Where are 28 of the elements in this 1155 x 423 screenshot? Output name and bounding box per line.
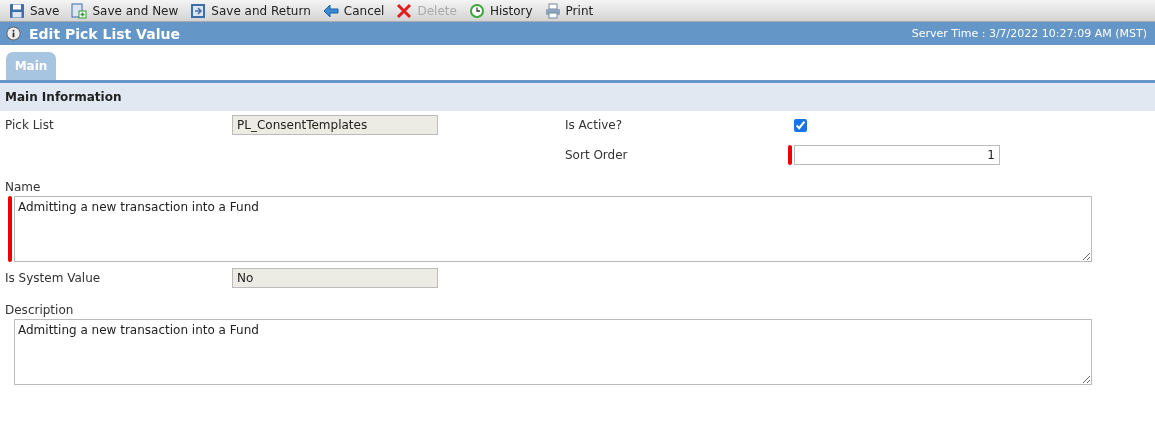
toolbar-button[interactable]: History bbox=[463, 0, 538, 21]
field-label: Sort Order bbox=[565, 148, 629, 162]
clock-icon bbox=[468, 2, 485, 19]
printer-icon bbox=[544, 2, 561, 19]
checkbox[interactable] bbox=[794, 118, 807, 132]
field-label: Pick List bbox=[5, 118, 55, 132]
left-arrow-icon bbox=[322, 3, 339, 18]
toolbar-button[interactable]: Save and New bbox=[66, 0, 184, 21]
server-time: Server Time : 3/7/2022 10:27:09 AM (MST) bbox=[911, 27, 1147, 40]
close-icon bbox=[396, 2, 413, 19]
field-label: Is Active? bbox=[565, 118, 624, 132]
pick-list-field[interactable]: PL_ConsentTemplates bbox=[232, 115, 438, 135]
toolbar-button[interactable]: Cancel bbox=[317, 0, 390, 21]
toolbar-button[interactable]: Save bbox=[4, 0, 65, 21]
field-label: Description bbox=[5, 303, 75, 317]
document-arrow-icon bbox=[190, 2, 207, 19]
document-plus-icon bbox=[71, 2, 88, 19]
info-icon bbox=[6, 26, 21, 41]
field-label: Name bbox=[5, 180, 42, 194]
toolbar-button[interactable]: Save and Return bbox=[185, 0, 316, 21]
page-title: Edit Pick List Value bbox=[29, 25, 180, 42]
sort-order-field[interactable]: 1 bbox=[794, 145, 1000, 165]
field-label: Is System Value bbox=[5, 271, 102, 285]
section-title: Main Information bbox=[5, 90, 122, 104]
system-value-field[interactable]: No bbox=[232, 268, 438, 288]
toolbar-button[interactable]: Print bbox=[539, 0, 599, 21]
description-field[interactable]: Admitting a new transaction into a Fund bbox=[14, 319, 1092, 385]
name-field[interactable]: Admitting a new transaction into a Fund bbox=[14, 196, 1092, 262]
